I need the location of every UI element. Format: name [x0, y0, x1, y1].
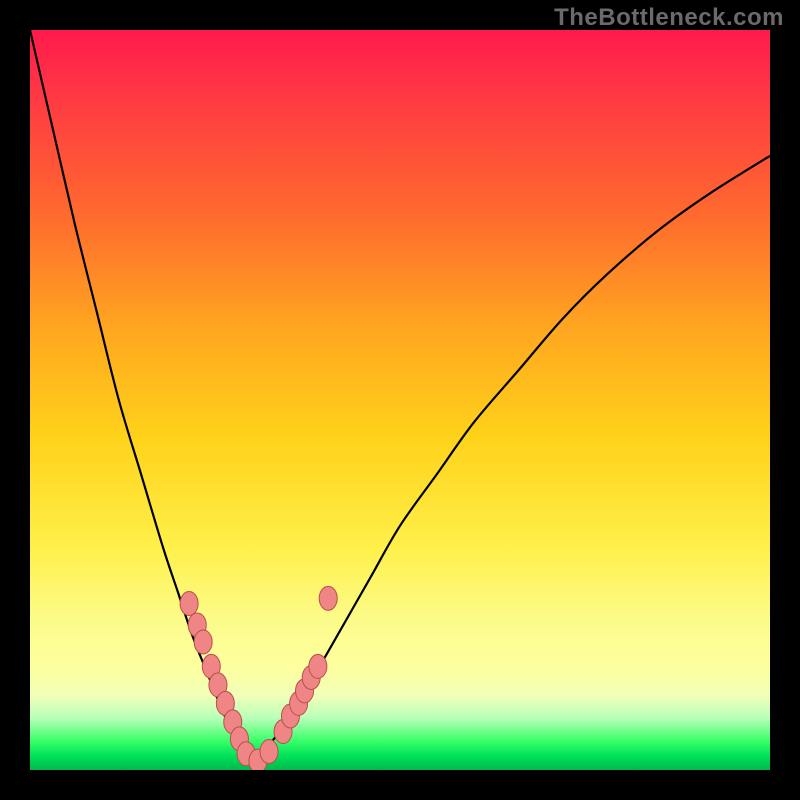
data-point [260, 740, 278, 764]
data-point [309, 654, 327, 678]
right-curve [252, 156, 770, 763]
data-point [319, 586, 337, 610]
plot-area [30, 30, 770, 770]
watermark-text: TheBottleneck.com [554, 4, 784, 32]
chart-frame: TheBottleneck.com [0, 0, 800, 800]
chart-svg [30, 30, 770, 770]
highlighted-points [180, 586, 337, 770]
data-point [194, 630, 212, 654]
data-point [180, 592, 198, 616]
left-curve [30, 30, 252, 763]
